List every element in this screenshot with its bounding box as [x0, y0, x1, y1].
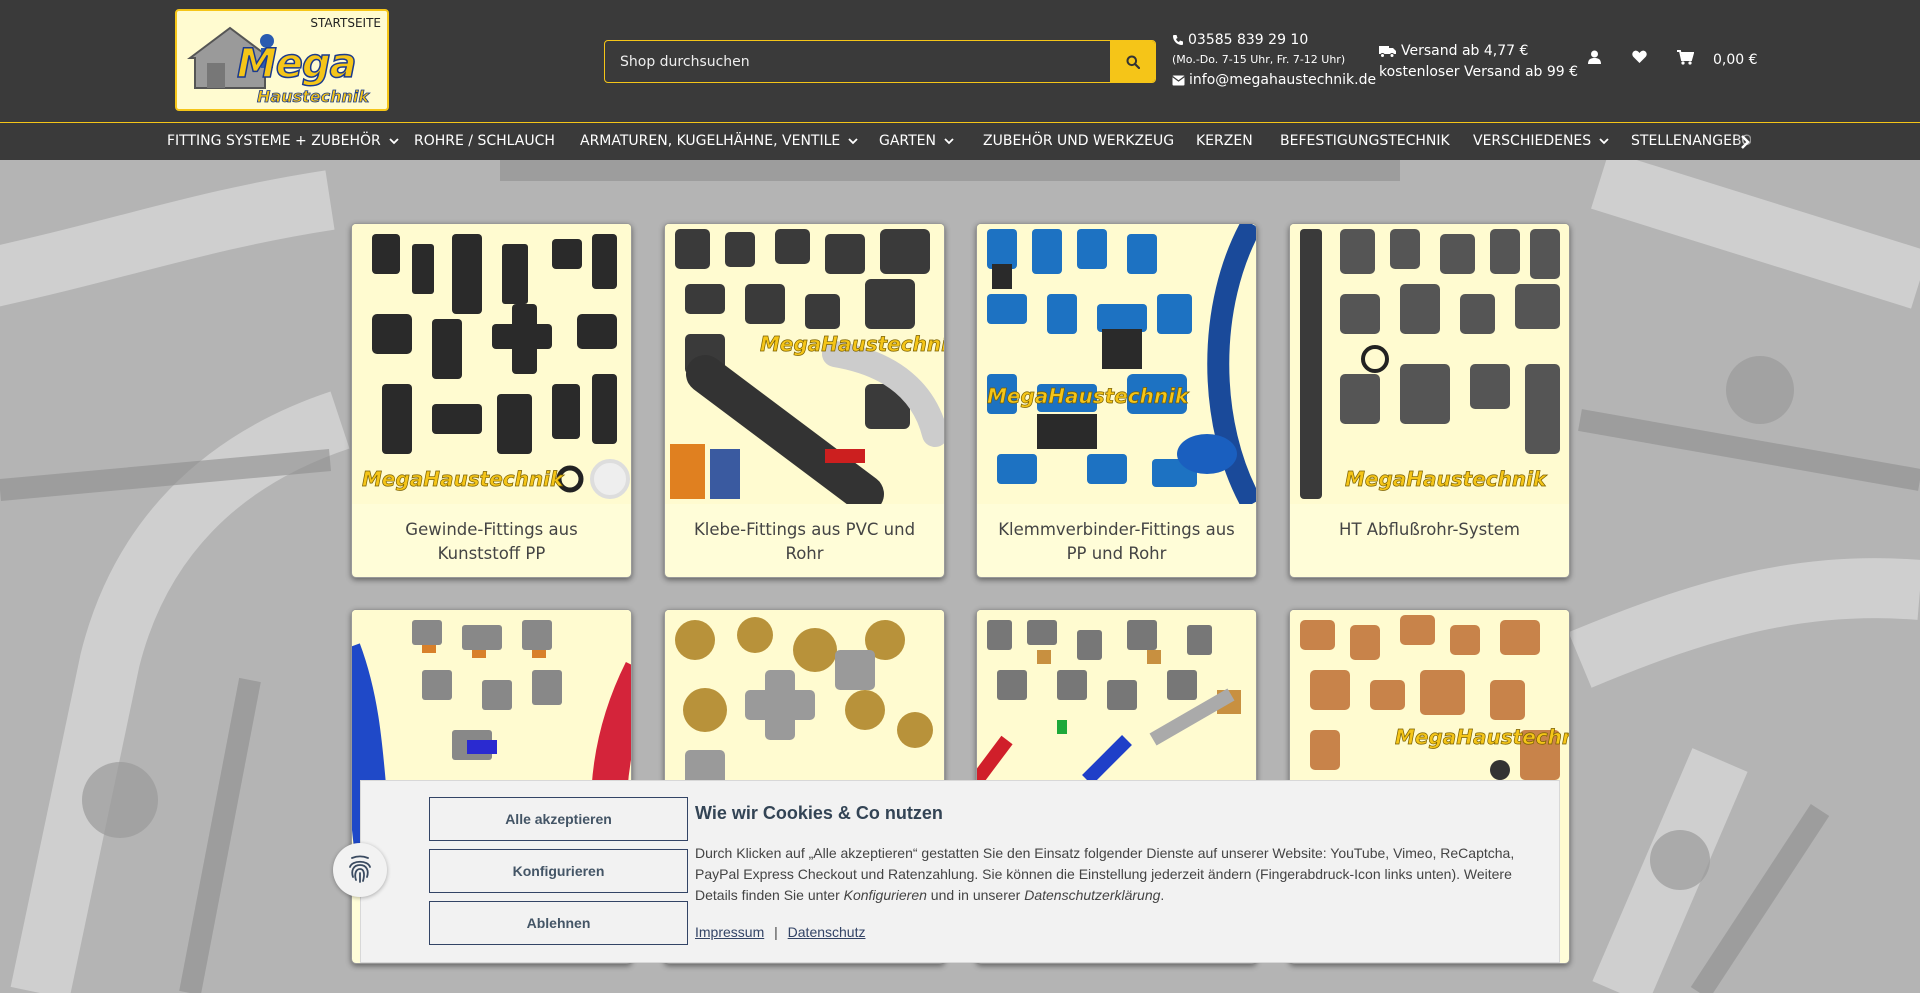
logo-brand-haustechnik: Haustechnik: [257, 87, 370, 107]
nav-item-armaturen[interactable]: ARMATUREN, KUGELHÄHNE, VENTILE: [580, 133, 858, 149]
cookie-text: .: [1160, 887, 1165, 903]
search-bar: [604, 40, 1156, 83]
link-separator: |: [774, 924, 778, 940]
nav-item-kerzen[interactable]: KERZEN: [1196, 133, 1253, 149]
decline-cookies-button[interactable]: Ablehnen: [429, 901, 688, 945]
cart-total[interactable]: 0,00 €: [1713, 52, 1758, 68]
category-title: Klebe-Fittings aus PVC und Rohr: [693, 520, 916, 563]
category-title: Gewinde-Fittings aus Kunststoff PP: [405, 520, 578, 563]
cookie-text-emphasis: Datenschutzerklärung: [1024, 887, 1161, 903]
category-title: HT Abflußrohr-System: [1339, 520, 1520, 539]
watermark: MegaHaustechnik: [987, 384, 1189, 409]
email-link[interactable]: info@megahaustechnik.de: [1172, 70, 1376, 90]
watermark: MegaHaustechnik: [760, 332, 945, 357]
cookie-title: Wie wir Cookies & Co nutzen: [695, 803, 943, 823]
envelope-icon: [1172, 75, 1185, 85]
watermark: MegaHaustechnik: [362, 467, 564, 492]
category-card-gewinde-fittings[interactable]: MegaHaustechnik Gewinde-Fittings aus Kun…: [351, 223, 632, 578]
nav-label: GARTEN: [879, 133, 937, 149]
nav-label: ROHRE / SCHLAUCH: [414, 133, 555, 149]
opening-hours: (Mo.-Do. 7-15 Uhr, Fr. 7-12 Uhr): [1172, 53, 1346, 66]
configure-cookies-button[interactable]: Konfigurieren: [429, 849, 688, 893]
nav-label: FITTING SYSTEME + ZUBEHÖR: [167, 133, 381, 149]
nav-label: ARMATUREN, KUGELHÄHNE, VENTILE: [580, 133, 841, 149]
logo-brand-mega: Mega: [236, 40, 357, 88]
cookie-links: Impressum | Datenschutz: [695, 924, 865, 940]
nav-scroll-right-button[interactable]: [1736, 124, 1786, 160]
account-button[interactable]: [1588, 50, 1601, 64]
cookie-consent-banner: Alle akzeptieren Konfigurieren Ablehnen …: [360, 780, 1560, 963]
watermark: MegaHaustechnik: [1345, 467, 1547, 492]
user-icon: [1588, 50, 1601, 64]
shipping-cost: Versand ab 4,77 €: [1401, 43, 1529, 59]
phone-number: 03585 839 29 10: [1188, 32, 1309, 48]
impressum-link[interactable]: Impressum: [695, 924, 764, 940]
nav-label: BEFESTIGUNGSTECHNIK: [1280, 133, 1450, 149]
search-icon: [1126, 55, 1140, 69]
category-image: [665, 224, 944, 504]
nav-label: VERSCHIEDENES: [1473, 133, 1592, 149]
category-card-klebe-fittings[interactable]: MegaHaustechnik Klebe-Fittings aus PVC u…: [664, 223, 945, 578]
category-title: Klemmverbinder-Fittings aus PP und Rohr: [998, 520, 1235, 563]
nav-item-stellenangebote[interactable]: STELLENANGEBOTE: [1631, 133, 1751, 149]
header: Mega Haustechnik STARTSEITE 03585 839 29…: [0, 0, 1920, 123]
datenschutz-link[interactable]: Datenschutz: [788, 924, 866, 940]
watermark: MegaHaustechnik: [1395, 725, 1569, 750]
phone-icon: [1173, 35, 1183, 45]
category-card-ht-abflussrohr[interactable]: MegaHaustechnik HT Abflußrohr-System: [1289, 223, 1570, 578]
cookie-text: und in unserer: [926, 887, 1025, 903]
email-address: info@megahaustechnik.de: [1189, 72, 1377, 88]
fingerprint-icon: [349, 855, 371, 883]
nav-label: STELLENANGEBOTE: [1631, 133, 1751, 149]
heart-icon: [1632, 50, 1647, 63]
category-image: [1290, 224, 1569, 504]
category-card-klemmverbinder[interactable]: MegaHaustechnik Klemmverbinder-Fittings …: [976, 223, 1257, 578]
accept-all-cookies-button[interactable]: Alle akzeptieren: [429, 797, 688, 841]
nav-item-garten[interactable]: GARTEN: [879, 133, 954, 149]
search-input[interactable]: [605, 41, 1110, 82]
cookie-settings-button[interactable]: [333, 843, 387, 897]
truck-icon: [1379, 46, 1396, 58]
chevron-right-icon: [1741, 135, 1750, 149]
cookie-text-emphasis: Konfigurieren: [843, 887, 927, 903]
cart-button[interactable]: [1677, 50, 1694, 65]
chevron-down-icon: [944, 137, 954, 144]
nav-item-fitting-systeme[interactable]: FITTING SYSTEME + ZUBEHÖR: [167, 133, 399, 149]
nav-label: KERZEN: [1196, 133, 1253, 149]
cookie-description: Durch Klicken auf „Alle akzeptieren“ ges…: [695, 843, 1535, 906]
category-image: [352, 224, 631, 504]
search-button[interactable]: [1110, 41, 1155, 82]
nav-item-befestigungstechnik[interactable]: BEFESTIGUNGSTECHNIK: [1280, 133, 1450, 149]
nav-label: ZUBEHÖR UND WERKZEUG: [983, 133, 1175, 149]
shipping-info: Versand ab 4,77 € kostenloser Versand ab…: [1379, 41, 1578, 83]
chevron-down-icon: [389, 137, 399, 144]
home-label: STARTSEITE: [310, 16, 381, 30]
nav-item-rohre-schlauch[interactable]: ROHRE / SCHLAUCH: [414, 133, 555, 149]
chevron-down-icon: [848, 137, 858, 144]
main-navigation: FITTING SYSTEME + ZUBEHÖR ROHRE / SCHLAU…: [0, 124, 1920, 160]
nav-item-zubehoer-werkzeug[interactable]: ZUBEHÖR UND WERKZEUG: [983, 133, 1174, 149]
chevron-down-icon: [1599, 137, 1609, 144]
contact-info: 03585 839 29 10 (Mo.-Do. 7-15 Uhr, Fr. 7…: [1172, 30, 1376, 90]
category-image: [977, 224, 1256, 504]
logo-home-link[interactable]: Mega Haustechnik STARTSEITE: [175, 9, 389, 111]
shopping-cart-icon: [1677, 50, 1694, 65]
nav-item-verschiedenes[interactable]: VERSCHIEDENES: [1473, 133, 1609, 149]
wishlist-button[interactable]: [1632, 50, 1647, 63]
phone-link[interactable]: 03585 839 29 10: [1172, 30, 1376, 50]
free-shipping-threshold: kostenloser Versand ab 99 €: [1379, 64, 1579, 80]
